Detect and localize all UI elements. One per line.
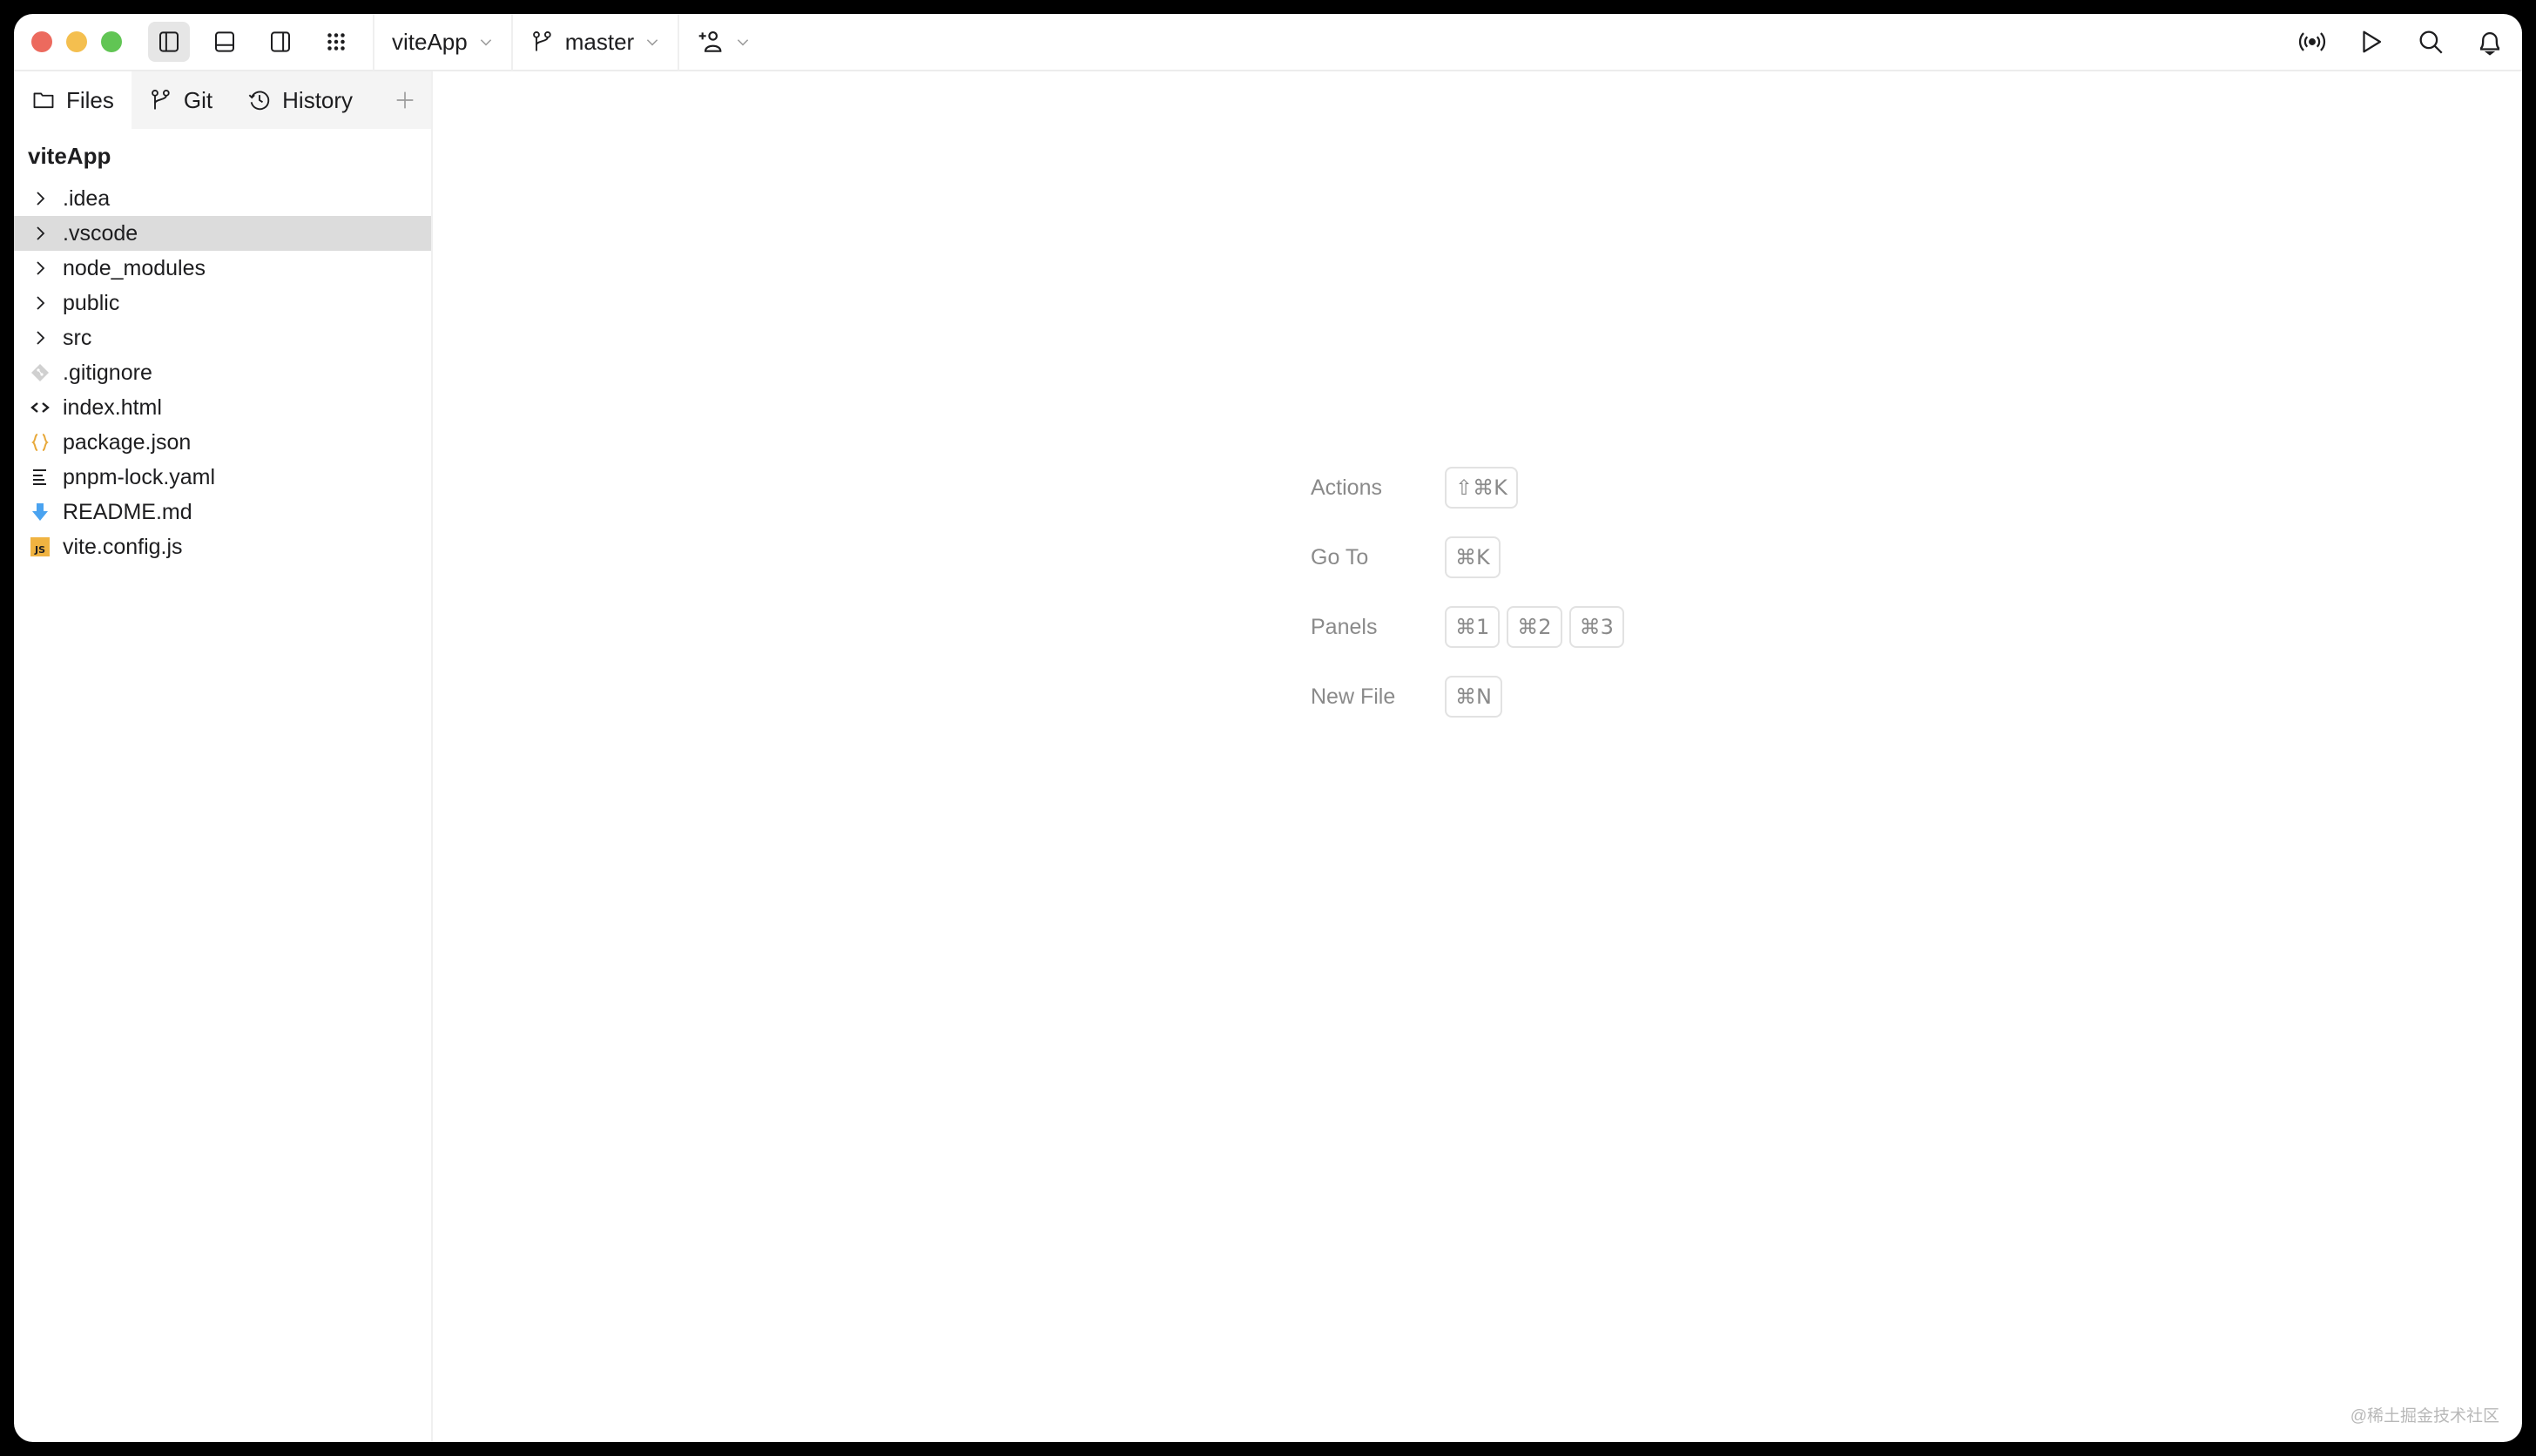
chevron-right-icon[interactable] [30, 293, 51, 313]
broadcast-icon[interactable] [2297, 27, 2327, 57]
git-branch-icon [152, 89, 170, 110]
tree-item-package-json[interactable]: package.json [14, 425, 431, 460]
shortcut-row-goto: Go To ⌘K [1311, 522, 1624, 592]
text-file-icon [33, 469, 46, 485]
tree-item-gitignore[interactable]: .gitignore [14, 355, 431, 390]
editor-area: Actions ⇧⌘K Go To ⌘K Panels ⌘1 ⌘2 ⌘3 New… [433, 71, 2522, 1442]
tree-item-label: src [63, 325, 92, 350]
shortcut-label: Panels [1311, 614, 1378, 639]
shortcut-row-panels: Panels ⌘1 ⌘2 ⌘3 [1311, 592, 1624, 662]
tree-item-src[interactable]: src [14, 320, 431, 355]
chevron-right-icon[interactable] [30, 258, 51, 279]
play-icon[interactable] [2357, 27, 2386, 57]
tree-item-label: vite.config.js [63, 534, 183, 559]
chevron-right-icon[interactable] [30, 327, 51, 348]
tree-item-node-modules[interactable]: node_modules [14, 251, 431, 286]
folder-icon [33, 92, 54, 109]
bell-icon[interactable] [2475, 27, 2505, 57]
tree-item-label: .vscode [63, 220, 138, 246]
chevron-right-icon[interactable] [30, 188, 51, 209]
close-window-button[interactable] [31, 31, 52, 52]
js-file-icon: JS [30, 537, 50, 556]
html-file-icon [30, 402, 50, 413]
tree-item-label: pnpm-lock.yaml [63, 464, 216, 489]
tab-label: Files [66, 86, 114, 113]
toggle-right-sidebar-button[interactable] [260, 22, 301, 62]
apps-grid-button[interactable] [315, 22, 357, 62]
shortcut-key: ⌘K [1445, 536, 1501, 578]
traffic-lights [31, 31, 122, 52]
shortcut-key: ⌘N [1445, 676, 1502, 718]
shortcut-key: ⌘3 [1568, 606, 1624, 648]
git-branch-icon [532, 30, 551, 51]
project-label: viteApp [392, 28, 468, 55]
tree-item-vite-config[interactable]: JS vite.config.js [14, 529, 431, 564]
json-file-icon [31, 434, 49, 451]
watermark: @稀土掘金技术社区 [2350, 1407, 2499, 1426]
toggle-left-sidebar-button[interactable] [148, 22, 190, 62]
sidebar-right-icon [271, 31, 290, 52]
branch-dropdown[interactable]: master [513, 14, 678, 71]
sidebar-tabs: Files Git History [14, 71, 431, 129]
markdown-file-icon [32, 503, 48, 521]
shortcut-row-new-file: New File ⌘N [1311, 662, 1624, 731]
tree-item-label: node_modules [63, 255, 206, 280]
sidebar: Files Git History viteApp .idea .vscode [14, 71, 433, 1442]
shortcut-label: Go To [1311, 544, 1369, 570]
sidebar-left-icon [159, 31, 179, 52]
shortcut-row-actions: Actions ⇧⌘K [1311, 453, 1624, 522]
branch-label: master [564, 28, 635, 55]
minimize-window-button[interactable] [66, 31, 87, 52]
chevron-down-icon [480, 39, 491, 46]
tree-item-vscode[interactable]: .vscode [14, 216, 431, 251]
tab-label: History [282, 86, 354, 113]
maximize-window-button[interactable] [101, 31, 122, 52]
add-tab-button[interactable] [393, 71, 417, 129]
plus-icon [396, 91, 414, 109]
collaborators-dropdown[interactable] [679, 14, 768, 71]
shortcut-label: New File [1311, 684, 1396, 709]
shortcut-key: ⇧⌘K [1445, 467, 1518, 509]
history-icon [248, 91, 270, 111]
panel-bottom-icon [215, 31, 234, 52]
tree-item-label: public [63, 290, 120, 315]
tree-item-idea[interactable]: .idea [14, 181, 431, 216]
tab-history[interactable]: History [230, 71, 370, 129]
shortcut-hints: Actions ⇧⌘K Go To ⌘K Panels ⌘1 ⌘2 ⌘3 New… [1311, 453, 1624, 731]
shortcut-label: Actions [1311, 475, 1382, 500]
file-tree: .idea .vscode node_modules public src .g… [14, 181, 431, 564]
shortcut-key: ⌘2 [1507, 606, 1562, 648]
project-dropdown[interactable]: viteApp [374, 14, 511, 71]
tab-label: Git [183, 86, 213, 113]
search-icon[interactable] [2416, 27, 2445, 57]
git-file-icon [31, 364, 49, 381]
grid-dots-icon [327, 33, 345, 51]
tree-item-index-html[interactable]: index.html [14, 390, 431, 425]
tree-item-label: index.html [63, 394, 162, 420]
shortcut-key: ⌘1 [1445, 606, 1501, 648]
tree-item-public[interactable]: public [14, 286, 431, 320]
tree-item-label: package.json [63, 429, 192, 455]
project-title: viteApp [28, 143, 111, 169]
tab-git[interactable]: Git [132, 71, 230, 129]
toggle-bottom-panel-button[interactable] [204, 22, 246, 62]
tree-item-label: .gitignore [63, 360, 152, 385]
add-person-icon [698, 30, 722, 52]
tab-files[interactable]: Files [14, 71, 132, 129]
tree-item-label: .idea [63, 185, 111, 211]
chevron-right-icon[interactable] [30, 223, 51, 244]
tree-item-label: README.md [63, 499, 192, 524]
tree-item-pnpm-lock[interactable]: pnpm-lock.yaml [14, 460, 431, 495]
chevron-down-icon [647, 39, 658, 46]
titlebar: viteApp master [14, 14, 2522, 71]
chevron-down-icon [738, 39, 749, 46]
app-window: viteApp master Files Git History viteApp… [14, 14, 2522, 1442]
tree-item-readme[interactable]: README.md [14, 495, 431, 529]
